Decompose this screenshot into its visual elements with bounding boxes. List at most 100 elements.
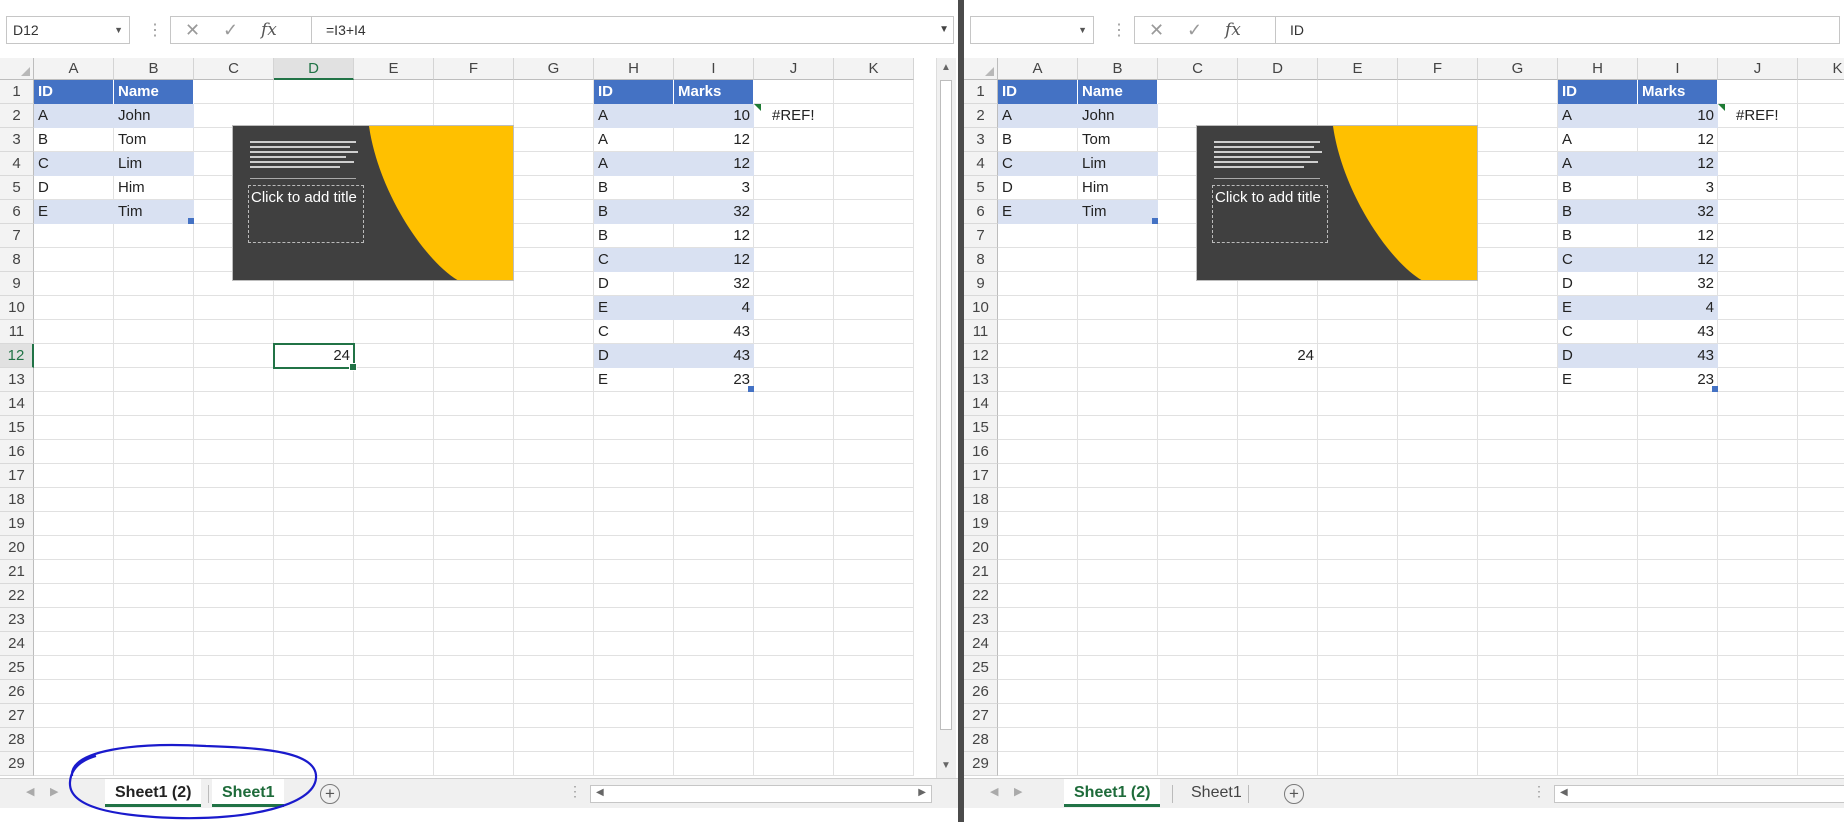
cell-d12[interactable]: 24 xyxy=(1238,344,1318,368)
table-cell[interactable]: Lim xyxy=(114,152,194,176)
table-cell[interactable]: John xyxy=(1078,104,1158,128)
table-cell[interactable]: 10 xyxy=(674,104,754,128)
table-cell[interactable]: E xyxy=(998,200,1078,224)
embedded-slide-image[interactable]: Click to add title xyxy=(1196,125,1478,281)
row-header-20[interactable]: 20 xyxy=(0,536,34,560)
row-header-3[interactable]: 3 xyxy=(964,128,998,152)
table-cell[interactable]: D xyxy=(1558,272,1638,296)
row-header-14[interactable]: 14 xyxy=(964,392,998,416)
table-cell[interactable]: A xyxy=(594,104,674,128)
table-cell[interactable]: Lim xyxy=(1078,152,1158,176)
splitter-grip-icon[interactable]: ⋮ xyxy=(568,783,582,800)
row-header-23[interactable]: 23 xyxy=(964,608,998,632)
error-cell[interactable]: #REF! xyxy=(754,104,834,128)
row-header-3[interactable]: 3 xyxy=(0,128,34,152)
column-header-k[interactable]: K xyxy=(834,58,914,80)
enter-icon[interactable]: ✓ xyxy=(223,17,238,43)
horizontal-scrollbar[interactable]: ◀ xyxy=(1554,785,1844,803)
table-cell[interactable]: 4 xyxy=(1638,296,1718,320)
table-resize-handle[interactable] xyxy=(748,386,754,392)
row-header-10[interactable]: 10 xyxy=(964,296,998,320)
table-cell[interactable]: 12 xyxy=(1638,224,1718,248)
table-cell[interactable]: C xyxy=(594,248,674,272)
name-box[interactable]: D12 ▼ xyxy=(6,16,130,44)
row-header-11[interactable]: 11 xyxy=(0,320,34,344)
table-resize-handle[interactable] xyxy=(1712,386,1718,392)
column-header-f[interactable]: F xyxy=(434,58,514,80)
row-header-15[interactable]: 15 xyxy=(964,416,998,440)
tab-prev-icon[interactable]: ◀ xyxy=(990,785,998,798)
row-header-29[interactable]: 29 xyxy=(0,752,34,776)
row-header-13[interactable]: 13 xyxy=(964,368,998,392)
row-header-29[interactable]: 29 xyxy=(964,752,998,776)
row-header-22[interactable]: 22 xyxy=(964,584,998,608)
table-resize-handle[interactable] xyxy=(188,218,194,224)
table-header-cell[interactable]: Marks xyxy=(674,80,754,104)
table-cell[interactable]: 32 xyxy=(1638,200,1718,224)
table-cell[interactable]: 12 xyxy=(1638,128,1718,152)
select-all-corner[interactable] xyxy=(0,58,34,80)
row-header-6[interactable]: 6 xyxy=(964,200,998,224)
row-header-15[interactable]: 15 xyxy=(0,416,34,440)
table-cell[interactable]: 32 xyxy=(1638,272,1718,296)
table-cell[interactable]: 12 xyxy=(674,248,754,272)
table-cell[interactable]: B xyxy=(34,128,114,152)
table-header-cell[interactable]: ID xyxy=(998,80,1078,104)
column-header-b[interactable]: B xyxy=(1078,58,1158,80)
table-cell[interactable]: Tom xyxy=(114,128,194,152)
row-header-28[interactable]: 28 xyxy=(964,728,998,752)
tab-sheet1[interactable]: Sheet1 xyxy=(212,779,285,807)
table-header-cell[interactable]: Name xyxy=(114,80,194,104)
row-header-20[interactable]: 20 xyxy=(964,536,998,560)
table-cell[interactable]: 43 xyxy=(1638,320,1718,344)
fx-icon[interactable]: fx xyxy=(261,17,277,43)
fx-icon[interactable]: fx xyxy=(1225,17,1241,43)
formula-input[interactable]: ID xyxy=(1276,16,1840,44)
table-cell[interactable]: Him xyxy=(114,176,194,200)
row-header-21[interactable]: 21 xyxy=(964,560,998,584)
row-header-18[interactable]: 18 xyxy=(0,488,34,512)
table-cell[interactable]: B xyxy=(1558,200,1638,224)
table-cell[interactable]: B xyxy=(998,128,1078,152)
column-header-h[interactable]: H xyxy=(1558,58,1638,80)
splitter-grip-icon[interactable]: ⋮ xyxy=(1532,783,1546,800)
table-cell[interactable]: C xyxy=(1558,320,1638,344)
name-box[interactable]: ▼ xyxy=(970,16,1094,44)
row-header-26[interactable]: 26 xyxy=(964,680,998,704)
slide-title-placeholder[interactable]: Click to add title xyxy=(248,185,364,243)
scroll-left-icon[interactable]: ◀ xyxy=(1560,787,1568,798)
row-header-26[interactable]: 26 xyxy=(0,680,34,704)
row-header-13[interactable]: 13 xyxy=(0,368,34,392)
table-cell[interactable]: A xyxy=(594,128,674,152)
table-header-cell[interactable]: ID xyxy=(594,80,674,104)
table-header-cell[interactable]: ID xyxy=(1558,80,1638,104)
row-header-24[interactable]: 24 xyxy=(964,632,998,656)
table-cell[interactable]: 3 xyxy=(1638,176,1718,200)
tab-sheet1-2[interactable]: Sheet1 (2) xyxy=(1064,779,1161,807)
row-header-23[interactable]: 23 xyxy=(0,608,34,632)
horizontal-scrollbar[interactable]: ◀ ▶ xyxy=(590,785,932,803)
row-header-5[interactable]: 5 xyxy=(964,176,998,200)
row-header-5[interactable]: 5 xyxy=(0,176,34,200)
column-header-g[interactable]: G xyxy=(514,58,594,80)
row-header-18[interactable]: 18 xyxy=(964,488,998,512)
column-header-i[interactable]: I xyxy=(1638,58,1718,80)
row-header-2[interactable]: 2 xyxy=(964,104,998,128)
column-header-e[interactable]: E xyxy=(1318,58,1398,80)
table-cell[interactable]: C xyxy=(34,152,114,176)
table-cell[interactable]: D xyxy=(998,176,1078,200)
table-cell[interactable]: C xyxy=(998,152,1078,176)
row-header-1[interactable]: 1 xyxy=(964,80,998,104)
column-header-k[interactable]: K xyxy=(1798,58,1844,80)
enter-icon[interactable]: ✓ xyxy=(1187,17,1202,43)
column-header-j[interactable]: J xyxy=(754,58,834,80)
column-header-d[interactable]: D xyxy=(274,58,354,80)
row-header-17[interactable]: 17 xyxy=(964,464,998,488)
table-cell[interactable]: E xyxy=(1558,368,1638,392)
table-cell[interactable]: D xyxy=(594,344,674,368)
row-header-21[interactable]: 21 xyxy=(0,560,34,584)
table-cell[interactable]: E xyxy=(594,368,674,392)
cancel-icon[interactable]: ✕ xyxy=(1149,17,1164,43)
table-cell[interactable]: 10 xyxy=(1638,104,1718,128)
row-header-27[interactable]: 27 xyxy=(964,704,998,728)
